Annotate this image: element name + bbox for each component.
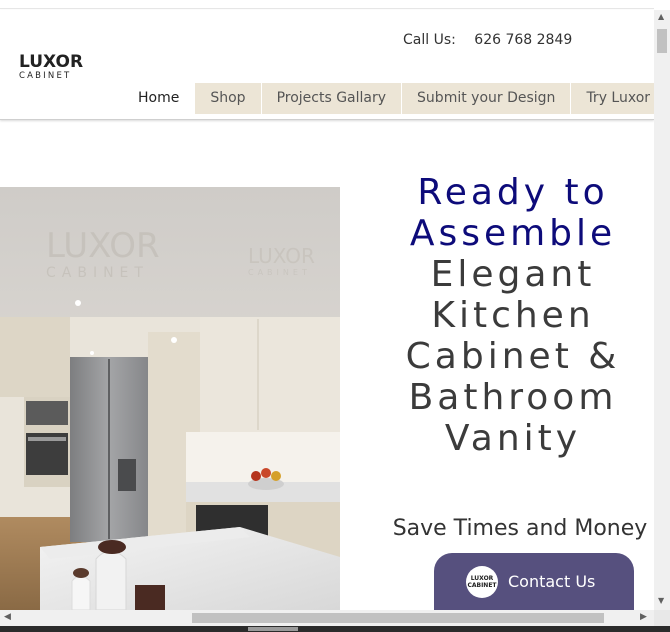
svg-text:LUXOR: LUXOR [46, 226, 160, 266]
logo-word: LUXOR [19, 52, 84, 72]
contact-us-label: Contact Us [508, 572, 596, 591]
scroll-right-icon[interactable]: ▶ [640, 612, 647, 622]
kitchen-hero-image: LUXOR CABINET LUXOR CABINET [0, 187, 340, 610]
phone-number[interactable]: 626 768 2849 [474, 32, 572, 48]
headline-line-7: Vanity [444, 418, 582, 459]
scroll-up-icon[interactable]: ▲ [658, 12, 664, 21]
call-us: Call Us: 626 768 2849 [403, 32, 572, 48]
nav-item-try-luxor[interactable]: Try Luxor for F [570, 83, 654, 114]
headline-line-3: Elegant [430, 254, 596, 295]
horizontal-scroll-thumb[interactable] [192, 613, 604, 623]
headline-line-6: Bathroom [408, 377, 618, 418]
browser-top-edge [0, 0, 654, 9]
vertical-scroll-thumb[interactable] [657, 29, 667, 53]
logo-subtext: CABINET [19, 71, 72, 81]
luxor-logo-icon: LUXOR CABINET [466, 565, 498, 598]
scrollbar-corner [654, 610, 670, 626]
nav-item-submit-design[interactable]: Submit your Design [401, 83, 571, 114]
headline-line-5: Cabinet & [405, 336, 621, 377]
scroll-left-icon[interactable]: ◀ [4, 612, 11, 622]
badge-sub: CABINET [467, 581, 497, 589]
svg-text:CABINET: CABINET [248, 268, 311, 277]
contact-us-button[interactable]: LUXOR CABINET Contact Us [434, 553, 634, 610]
nav-item-shop[interactable]: Shop [194, 83, 261, 114]
headline-line-2: Assemble [409, 213, 617, 254]
site-logo[interactable]: LUXOR CABINET [19, 54, 89, 94]
vertical-scrollbar[interactable]: ▲ ▼ [654, 10, 670, 610]
scroll-down-icon[interactable]: ▼ [658, 596, 664, 605]
site-header: Call Us: 626 768 2849 LUXOR CABINET Home… [0, 10, 654, 120]
bottom-strip [0, 626, 670, 632]
strip-mark [248, 627, 298, 631]
nav-item-projects-gallery[interactable]: Projects Gallary [260, 83, 402, 114]
badge-word: LUXOR [470, 574, 494, 582]
main-nav: Home Shop Projects Gallary Submit your D… [123, 83, 654, 114]
call-us-label: Call Us: [403, 32, 456, 48]
svg-text:CABINET: CABINET [46, 265, 149, 281]
nav-item-home[interactable]: Home [123, 83, 195, 114]
headline-line-4: Kitchen [431, 295, 595, 336]
headline-line-1: Ready to [417, 172, 609, 213]
horizontal-scrollbar[interactable]: ◀ ▶ [0, 610, 654, 626]
hero-headline: Ready to Assemble Elegant Kitchen Cabine… [372, 172, 654, 459]
hero-tagline: Save Times and Money [392, 516, 648, 541]
svg-text:LUXOR: LUXOR [248, 244, 315, 268]
